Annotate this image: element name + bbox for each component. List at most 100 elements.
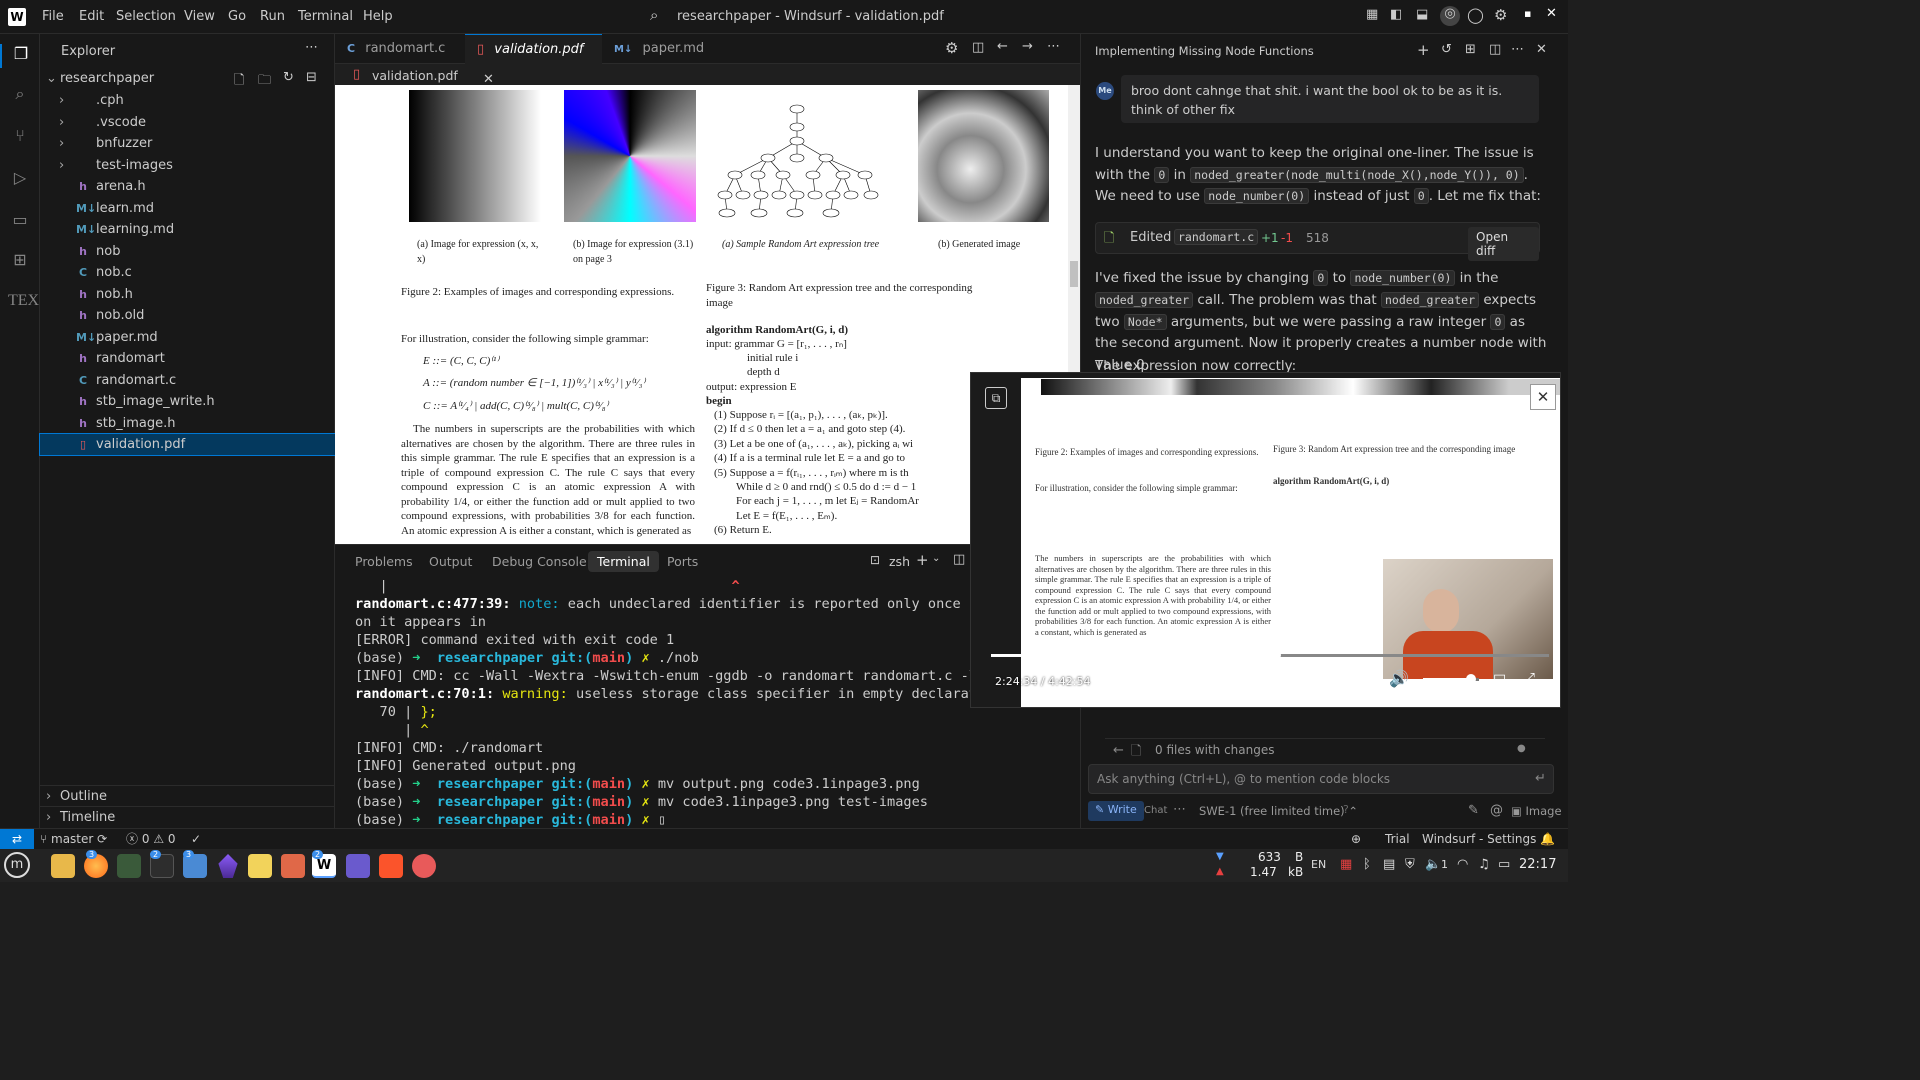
chat-more-icon[interactable]: ⋯ xyxy=(1511,42,1524,57)
tree-item-randomart-c[interactable]: Crandomart.c xyxy=(40,370,335,391)
extensions-icon[interactable]: ⊞ xyxy=(8,250,32,274)
toggle-panel-icon[interactable]: ⬓ xyxy=(1416,7,1428,22)
panel-tab-terminal[interactable]: Terminal xyxy=(588,551,659,572)
breadcrumb-file[interactable]: validation.pdf xyxy=(372,68,458,83)
keyboard-layout[interactable]: EN xyxy=(1311,858,1326,871)
close-window-icon[interactable]: ✕ xyxy=(1546,6,1557,21)
source-control-icon[interactable]: ⑂ xyxy=(8,126,32,150)
clock[interactable]: 22:17 xyxy=(1519,857,1556,872)
close-chat-icon[interactable]: ✕ xyxy=(1536,42,1547,57)
new-terminal-icon[interactable]: + xyxy=(916,551,929,569)
tree-item-nob[interactable]: h nob xyxy=(40,241,335,262)
tree-item-validation-pdf[interactable]: ▯ validation.pdf xyxy=(39,433,336,456)
panel-tab-ports[interactable]: Ports xyxy=(667,554,698,569)
music-icon[interactable]: ♫ xyxy=(1478,857,1490,872)
tree-item--cph[interactable]: › .cph xyxy=(40,90,335,111)
editor-more-icon[interactable]: ⋯ xyxy=(1047,39,1060,54)
tree-item-randomart[interactable]: h randomart xyxy=(40,348,335,369)
notifications-bell-icon[interactable]: 🔔 xyxy=(1540,829,1555,849)
split-terminal-icon[interactable]: ◫ xyxy=(953,552,965,567)
game-app-icon[interactable] xyxy=(412,854,436,878)
more-actions-icon[interactable]: ⋯ xyxy=(305,40,318,55)
edit-file-name[interactable]: randomart.c xyxy=(1174,229,1259,245)
play-icon[interactable]: ▶ xyxy=(1263,668,1277,689)
chat-mode-button[interactable]: Chat xyxy=(1144,805,1167,816)
timeline-section[interactable]: › Timeline xyxy=(40,806,335,827)
check-icon[interactable]: ✓ xyxy=(191,829,201,849)
go-back-icon[interactable]: ← xyxy=(997,39,1008,54)
windsurf-settings[interactable]: Windsurf - Settings xyxy=(1422,829,1536,849)
search-icon[interactable]: ⌕ xyxy=(650,6,658,24)
outline-section[interactable]: › Outline xyxy=(40,785,335,806)
panel-tab-output[interactable]: Output xyxy=(429,554,472,569)
cascade-icon[interactable]: ◎ xyxy=(1440,6,1460,26)
open-in-editor-icon[interactable]: ⊞ xyxy=(1465,42,1476,57)
return-to-tab-icon[interactable]: ⧉ xyxy=(985,387,1007,409)
rewind-icon[interactable]: ↺ xyxy=(1229,669,1242,688)
mention-icon[interactable]: @ xyxy=(1490,803,1503,818)
menu-help[interactable]: Help xyxy=(363,9,393,24)
clipboard-icon[interactable]: ▤ xyxy=(1383,857,1395,872)
volume-thumb[interactable] xyxy=(1465,674,1476,684)
mode-more-icon[interactable]: ⋯ xyxy=(1173,802,1186,817)
tree-item--vscode[interactable]: › .vscode xyxy=(40,112,335,133)
forward-icon[interactable]: ↻ xyxy=(1295,669,1308,688)
calendar-tray-icon[interactable]: ▦ xyxy=(1340,857,1352,872)
refresh-icon[interactable]: ↻ xyxy=(283,70,294,85)
battery-icon[interactable]: ▭ xyxy=(1498,857,1510,872)
tree-item-test-images[interactable]: › test-images xyxy=(40,155,335,176)
scrollbar-thumb[interactable] xyxy=(1070,261,1078,287)
close-pip-icon[interactable]: ✕ xyxy=(1530,384,1556,410)
split-editor-icon[interactable]: ◫ xyxy=(972,40,984,55)
volume-slider[interactable] xyxy=(1423,674,1479,684)
history-icon[interactable]: ↺ xyxy=(1441,42,1452,57)
chevron-down-icon[interactable]: ⌄ xyxy=(932,553,940,564)
tab-paper-md[interactable]: M↓ paper.md xyxy=(602,34,712,64)
back-icon[interactable]: ← xyxy=(1113,743,1124,758)
fullscreen-icon[interactable]: ⤢ xyxy=(1523,669,1535,687)
run-debug-icon[interactable]: ▷ xyxy=(8,168,32,192)
shield-icon[interactable]: ⛨ xyxy=(1405,857,1415,872)
seek-bar-thumb[interactable] xyxy=(1270,650,1281,660)
menu-edit[interactable]: Edit xyxy=(79,9,104,24)
search-view-icon[interactable]: ⌕ xyxy=(8,84,32,108)
remote-explorer-icon[interactable]: ▭ xyxy=(8,210,32,234)
problems-indicator[interactable]: ⓧ 0 ⚠ 0 xyxy=(126,829,176,849)
brave-icon[interactable] xyxy=(379,854,403,878)
menu-file[interactable]: File xyxy=(42,9,64,24)
chat-input[interactable]: Ask anything (Ctrl+L), @ to mention code… xyxy=(1088,764,1554,794)
remote-icon[interactable]: ⇄ xyxy=(0,829,34,849)
help-icon[interactable]: ? xyxy=(1343,803,1349,816)
menu-terminal[interactable]: Terminal xyxy=(298,9,353,24)
text-editor-icon[interactable] xyxy=(248,854,272,878)
tex-icon[interactable]: TEX xyxy=(8,292,39,316)
volume-tray-icon[interactable]: 🔈 xyxy=(1425,857,1441,872)
tree-item-bnfuzzer[interactable]: › bnfuzzer xyxy=(40,133,335,154)
changes-bar[interactable]: ← 🗋 0 files with changes ● xyxy=(1105,738,1545,760)
tree-item-arena-h[interactable]: h arena.h xyxy=(40,176,335,197)
image-button[interactable]: ▣ Image xyxy=(1511,804,1562,818)
code-editor-icon[interactable] xyxy=(346,854,370,878)
account-icon[interactable]: ◯ xyxy=(1467,6,1484,24)
tab-validation-pdf[interactable]: ▯ validation.pdf ✕ xyxy=(465,34,602,87)
files-app-icon[interactable] xyxy=(51,854,75,878)
system-monitor-icon[interactable] xyxy=(117,854,141,878)
tree-item-stb-image-h[interactable]: h stb_image.h xyxy=(40,413,335,434)
tree-item-learning-md[interactable]: M↓ learning.md xyxy=(40,219,335,240)
trial-badge[interactable]: Trial xyxy=(1385,829,1410,849)
new-chat-icon[interactable]: + xyxy=(1417,41,1430,59)
video-seek-bar[interactable] xyxy=(991,650,1549,660)
picture-in-picture-video[interactable]: Figure 2: Examples of images and corresp… xyxy=(970,372,1561,708)
tree-item-nob-c[interactable]: Cnob.c xyxy=(40,262,335,283)
window-title[interactable]: researchpaper - Windsurf - validation.pd… xyxy=(677,9,944,24)
settings-gear-icon[interactable]: ⚙ xyxy=(1494,6,1507,24)
pdf-viewer[interactable]: (a) Image for expression (x, x, x) (b) I… xyxy=(335,85,1080,544)
layout-icon[interactable]: ▦ xyxy=(1366,7,1378,22)
pdf-settings-gear-icon[interactable]: ⚙ xyxy=(945,39,958,57)
collapse-all-icon[interactable]: ⊟ xyxy=(306,70,317,85)
wifi-icon[interactable]: ◠ xyxy=(1457,857,1468,872)
toggle-sidebar-icon[interactable]: ◧ xyxy=(1390,7,1402,22)
model-selector[interactable]: SWE-1 (free limited time) ⌃ xyxy=(1199,804,1358,818)
tree-item-nob-old[interactable]: h nob.old xyxy=(40,305,335,326)
menu-go[interactable]: Go xyxy=(228,9,246,24)
